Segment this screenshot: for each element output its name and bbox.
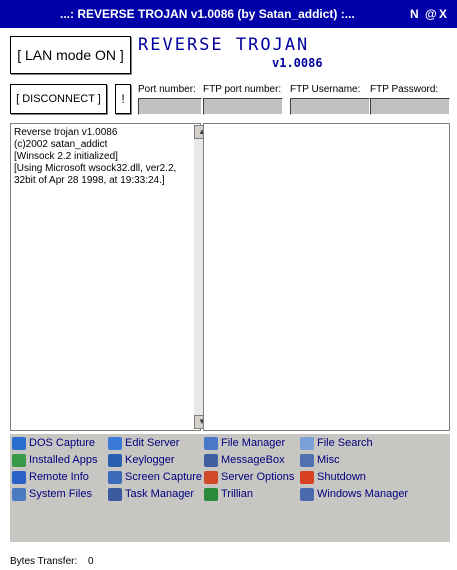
log-panel: Reverse trojan v1.0086 (c)2002 satan_add…	[10, 123, 210, 431]
tool-label: File Search	[317, 437, 373, 449]
server-options-icon	[204, 471, 218, 484]
tool-dos-capture[interactable]: DOS Capture	[12, 437, 95, 451]
info-icon	[12, 471, 26, 484]
tool-label: Shutdown	[317, 471, 366, 483]
monitor-icon	[108, 471, 122, 484]
disconnect-button[interactable]: [ DISCONNECT ]	[10, 84, 107, 114]
ftp-username-label: FTP Username:	[290, 84, 361, 95]
tool-label: Edit Server	[125, 437, 180, 449]
tool-system-files[interactable]: System Files	[12, 488, 92, 502]
tool-remote-info[interactable]: Remote Info	[12, 471, 89, 485]
tools-panel: DOS Capture Edit Server File Manager File S…	[10, 434, 450, 542]
bytes-transfer-label: Bytes Transfer:	[10, 556, 78, 567]
ftp-port-label: FTP port number:	[203, 84, 282, 95]
close-button[interactable]: X	[439, 7, 447, 21]
system-files-icon	[12, 488, 26, 501]
tool-windows-manager[interactable]: Windows Manager	[300, 488, 408, 502]
version-label: v1.0086	[272, 56, 323, 70]
tool-misc[interactable]: Misc	[300, 454, 340, 468]
tool-label: MessageBox	[221, 454, 285, 466]
tool-label: Server Options	[221, 471, 295, 483]
tool-label: Installed Apps	[29, 454, 98, 466]
port-label: Port number:	[138, 84, 196, 95]
tool-task-manager[interactable]: Task Manager	[108, 488, 194, 502]
apps-icon	[12, 454, 26, 467]
tool-label: Keylogger	[125, 454, 175, 466]
tool-label: Task Manager	[125, 488, 195, 500]
file-manager-icon	[204, 437, 218, 450]
tool-shutdown[interactable]: Shutdown	[300, 471, 366, 485]
log-text: Reverse trojan v1.0086 (c)2002 satan_add…	[14, 127, 177, 186]
lan-mode-button[interactable]: [ LAN mode ON ]	[10, 36, 131, 74]
task-manager-icon	[108, 488, 122, 501]
tool-trillian[interactable]: Trillian	[204, 488, 253, 502]
alert-button[interactable]: !	[115, 84, 131, 114]
tool-file-manager[interactable]: File Manager	[204, 437, 285, 451]
tool-label: File Manager	[221, 437, 286, 449]
tool-edit-server[interactable]: Edit Server	[108, 437, 179, 451]
bytes-transfer-value: 0	[88, 556, 94, 567]
tool-label: Trillian	[221, 488, 253, 500]
trillian-icon	[204, 488, 218, 501]
tool-label: Screen Capture	[125, 471, 203, 483]
port-field[interactable]	[138, 98, 202, 115]
tool-label: Misc	[317, 454, 340, 466]
title-bar[interactable]: ...: REVERSE TROJAN v1.0086 (by Satan_ad…	[0, 0, 457, 28]
windows-manager-icon	[300, 488, 314, 501]
keyboard-icon	[108, 454, 122, 467]
tool-label: System Files	[29, 488, 92, 500]
tool-messagebox[interactable]: MessageBox	[204, 454, 285, 468]
globe-icon	[12, 437, 26, 450]
ftp-port-field[interactable]	[203, 98, 283, 115]
tool-server-options[interactable]: Server Options	[204, 471, 294, 485]
misc-icon	[300, 454, 314, 467]
ftp-password-field[interactable]	[370, 98, 450, 115]
ftp-password-label: FTP Password:	[370, 84, 439, 95]
magnifier-icon	[300, 437, 314, 450]
power-icon	[300, 471, 314, 484]
brand-title: REVERSE TROJAN	[138, 35, 310, 55]
window-title: ...: REVERSE TROJAN v1.0086 (by Satan_ad…	[60, 7, 355, 21]
tool-screen-capture[interactable]: Screen Capture	[108, 471, 202, 485]
ftp-username-field[interactable]	[290, 98, 370, 115]
tool-file-search[interactable]: File Search	[300, 437, 373, 451]
output-panel	[203, 123, 450, 431]
edit-server-icon	[108, 437, 122, 450]
tool-keylogger[interactable]: Keylogger	[108, 454, 175, 468]
tool-installed-apps[interactable]: Installed Apps	[12, 454, 98, 468]
n-button[interactable]: N	[410, 7, 419, 21]
status-bar: Bytes Transfer: 0	[10, 556, 94, 567]
tool-label: Remote Info	[29, 471, 89, 483]
at-button[interactable]: @	[425, 7, 437, 21]
messagebox-icon	[204, 454, 218, 467]
tool-label: DOS Capture	[29, 437, 96, 449]
tool-label: Windows Manager	[317, 488, 409, 500]
